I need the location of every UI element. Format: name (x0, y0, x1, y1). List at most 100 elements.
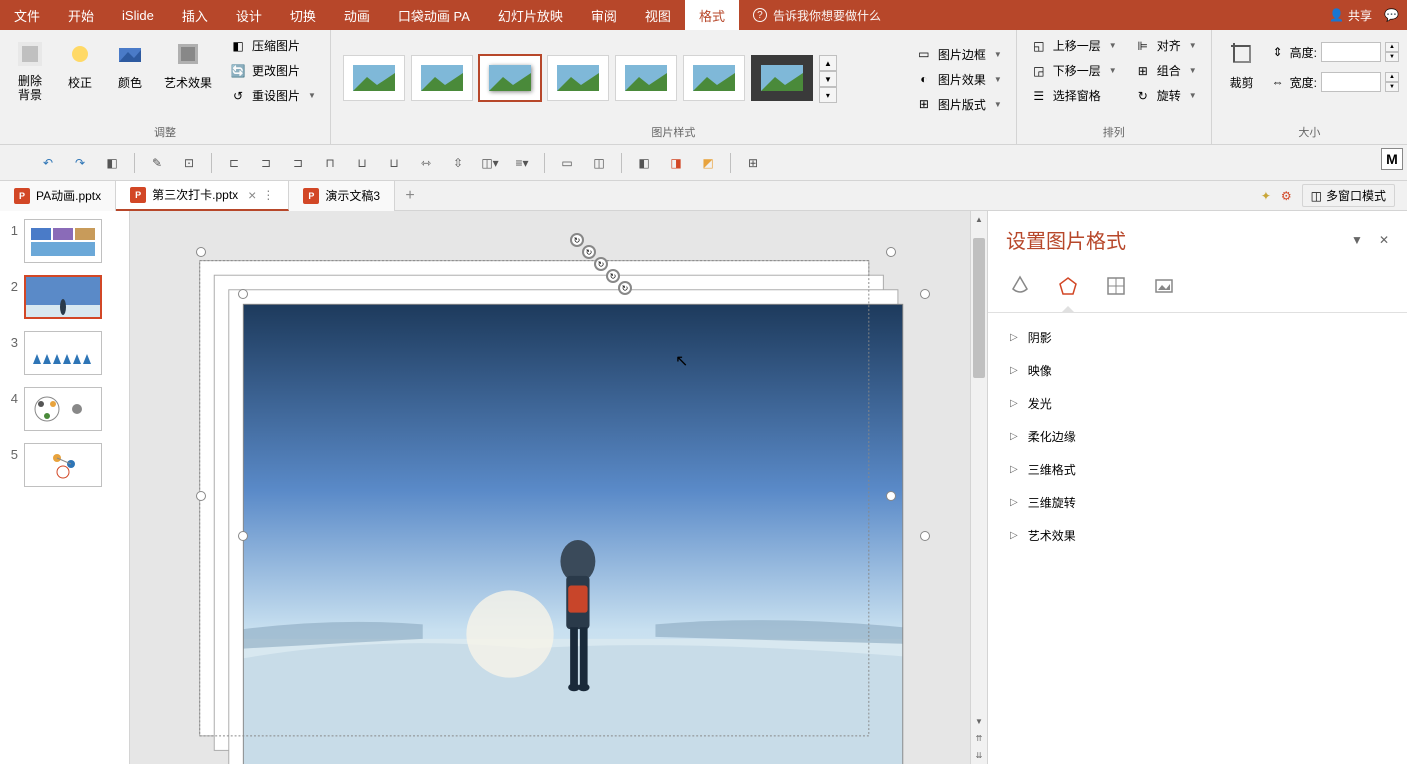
send-backward-button[interactable]: ◲下移一层▼ (1025, 59, 1123, 82)
group-button[interactable]: ⊞组合▼ (1129, 59, 1203, 82)
accordion-3d-rotation[interactable]: ▷三维旋转 (988, 486, 1407, 519)
multi-window-button[interactable]: ◫ 多窗口模式 (1302, 184, 1395, 207)
scroll-up-button[interactable]: ▲ (971, 211, 987, 228)
qat-dropdown-2[interactable]: ≡▾ (508, 149, 536, 177)
panel-dropdown-icon[interactable]: ▼ (1351, 233, 1363, 247)
resize-handle[interactable] (196, 491, 206, 501)
size-properties-tab[interactable] (1102, 272, 1130, 300)
resize-handle[interactable] (920, 531, 930, 541)
accordion-3d-format[interactable]: ▷三维格式 (988, 453, 1407, 486)
align-center-h-button[interactable]: ⊐ (252, 149, 280, 177)
rotate-button[interactable]: ↻旋转▼ (1129, 84, 1203, 107)
distribute-v-button[interactable]: ⇳ (444, 149, 472, 177)
tab-file[interactable]: 文件 (0, 0, 54, 30)
qat-btn-17[interactable]: ◫ (585, 149, 613, 177)
gallery-down[interactable]: ▼ (819, 71, 837, 87)
align-middle-button[interactable]: ⊔ (348, 149, 376, 177)
corrections-button[interactable]: 校正 (58, 34, 102, 95)
slide-thumb-5[interactable]: 5 (4, 443, 125, 487)
slide-thumb-1[interactable]: 1 (4, 219, 125, 263)
tab-menu-icon[interactable]: ⋮ (262, 188, 274, 202)
width-down[interactable]: ▼ (1385, 82, 1399, 92)
tab-slideshow[interactable]: 幻灯片放映 (484, 0, 577, 30)
tab-islide[interactable]: iSlide (108, 0, 168, 30)
align-button[interactable]: ⊫对齐▼ (1129, 34, 1203, 57)
tab-format[interactable]: 格式 (685, 0, 739, 30)
picture-border-button[interactable]: ▭图片边框▼ (910, 43, 1008, 66)
style-preset-5[interactable] (615, 55, 677, 101)
qat-btn-19[interactable]: ◨ (662, 149, 690, 177)
qat-btn-18[interactable]: ◧ (630, 149, 658, 177)
accordion-soft-edges[interactable]: ▷柔化边缘 (988, 420, 1407, 453)
slide-thumb-2[interactable]: 2 (4, 275, 125, 319)
qat-btn-3[interactable]: ◧ (98, 149, 126, 177)
eyedropper-button[interactable]: ✎ (143, 149, 171, 177)
tab-view[interactable]: 视图 (631, 0, 685, 30)
qat-btn-5[interactable]: ⊡ (175, 149, 203, 177)
qat-btn-20[interactable]: ◩ (694, 149, 722, 177)
scroll-down-button[interactable]: ▼ (971, 713, 987, 730)
selection-pane-button[interactable]: ☰选择窗格 (1025, 84, 1123, 107)
fill-line-tab[interactable] (1006, 272, 1034, 300)
tab-design[interactable]: 设计 (222, 0, 276, 30)
panel-close-button[interactable]: ✕ (1379, 233, 1389, 247)
accordion-artistic[interactable]: ▷艺术效果 (988, 519, 1407, 552)
width-input[interactable] (1321, 72, 1381, 92)
change-picture-button[interactable]: 🔄更改图片 (224, 59, 322, 82)
reset-picture-button[interactable]: ↺重设图片▼ (224, 84, 322, 107)
align-bottom-button[interactable]: ⊔ (380, 149, 408, 177)
next-slide-button[interactable]: ⇊ (971, 747, 987, 764)
align-left-button[interactable]: ⊏ (220, 149, 248, 177)
gallery-up[interactable]: ▲ (819, 55, 837, 71)
picture-effects-button[interactable]: ◐图片效果▼ (910, 68, 1008, 91)
style-preset-4[interactable] (547, 55, 609, 101)
resize-handle[interactable] (196, 247, 206, 257)
accordion-shadow[interactable]: ▷阴影 (988, 321, 1407, 354)
style-preset-7[interactable] (751, 55, 813, 101)
prev-slide-button[interactable]: ⇈ (971, 730, 987, 747)
color-button[interactable]: 颜色 (108, 34, 152, 95)
scroll-thumb[interactable] (973, 238, 985, 378)
resize-handle[interactable] (238, 289, 248, 299)
qat-btn-16[interactable]: ▭ (553, 149, 581, 177)
doc-tab-3[interactable]: P 演示文稿3 (289, 181, 395, 211)
bring-forward-button[interactable]: ◱上移一层▼ (1025, 34, 1123, 57)
vertical-scrollbar[interactable]: ▲ ▼ ⇈ ⇊ (970, 211, 987, 764)
resize-handle[interactable] (920, 289, 930, 299)
slide-thumb-3[interactable]: 3 (4, 331, 125, 375)
doc-tab-2[interactable]: P 第三次打卡.pptx × ⋮ (116, 181, 289, 211)
crop-button[interactable]: 裁剪 (1220, 34, 1264, 95)
selected-images[interactable] (190, 241, 927, 764)
qat-btn-21[interactable]: ⊞ (739, 149, 767, 177)
gear-icon[interactable]: ⚙ (1281, 189, 1292, 203)
accordion-glow[interactable]: ▷发光 (988, 387, 1407, 420)
artistic-effects-button[interactable]: 艺术效果 (158, 34, 218, 95)
effects-tab[interactable] (1054, 272, 1082, 300)
close-tab-button[interactable]: × (248, 187, 256, 203)
rotation-handle[interactable]: ↻ (618, 281, 632, 295)
accordion-reflection[interactable]: ▷映像 (988, 354, 1407, 387)
align-right-button[interactable]: ⊐ (284, 149, 312, 177)
tab-insert[interactable]: 插入 (168, 0, 222, 30)
add-tab-button[interactable]: + (395, 187, 425, 205)
resize-handle[interactable] (238, 531, 248, 541)
tell-me-search[interactable]: ? 告诉我你想要做什么 (739, 7, 895, 24)
height-down[interactable]: ▼ (1385, 52, 1399, 62)
slide-canvas[interactable]: ↻ ↻ ↻ ↻ ↻ ↖ ▲ ▼ ⇈ ⇊ (130, 211, 987, 764)
rotation-handle[interactable]: ↻ (582, 245, 596, 259)
picture-tab[interactable] (1150, 272, 1178, 300)
tab-animation[interactable]: 动画 (330, 0, 384, 30)
star-icon[interactable]: ✦ (1261, 189, 1271, 203)
rotation-handle[interactable]: ↻ (594, 257, 608, 271)
style-preset-6[interactable] (683, 55, 745, 101)
rotation-handle[interactable]: ↻ (570, 233, 584, 247)
height-up[interactable]: ▲ (1385, 42, 1399, 52)
style-preset-3[interactable] (479, 55, 541, 101)
tab-home[interactable]: 开始 (54, 0, 108, 30)
width-up[interactable]: ▲ (1385, 72, 1399, 82)
compress-pictures-button[interactable]: ◧压缩图片 (224, 34, 322, 57)
doc-tab-1[interactable]: P PA动画.pptx (0, 181, 116, 211)
gallery-more[interactable]: ▾ (819, 87, 837, 103)
tab-review[interactable]: 审阅 (577, 0, 631, 30)
resize-handle[interactable] (886, 247, 896, 257)
